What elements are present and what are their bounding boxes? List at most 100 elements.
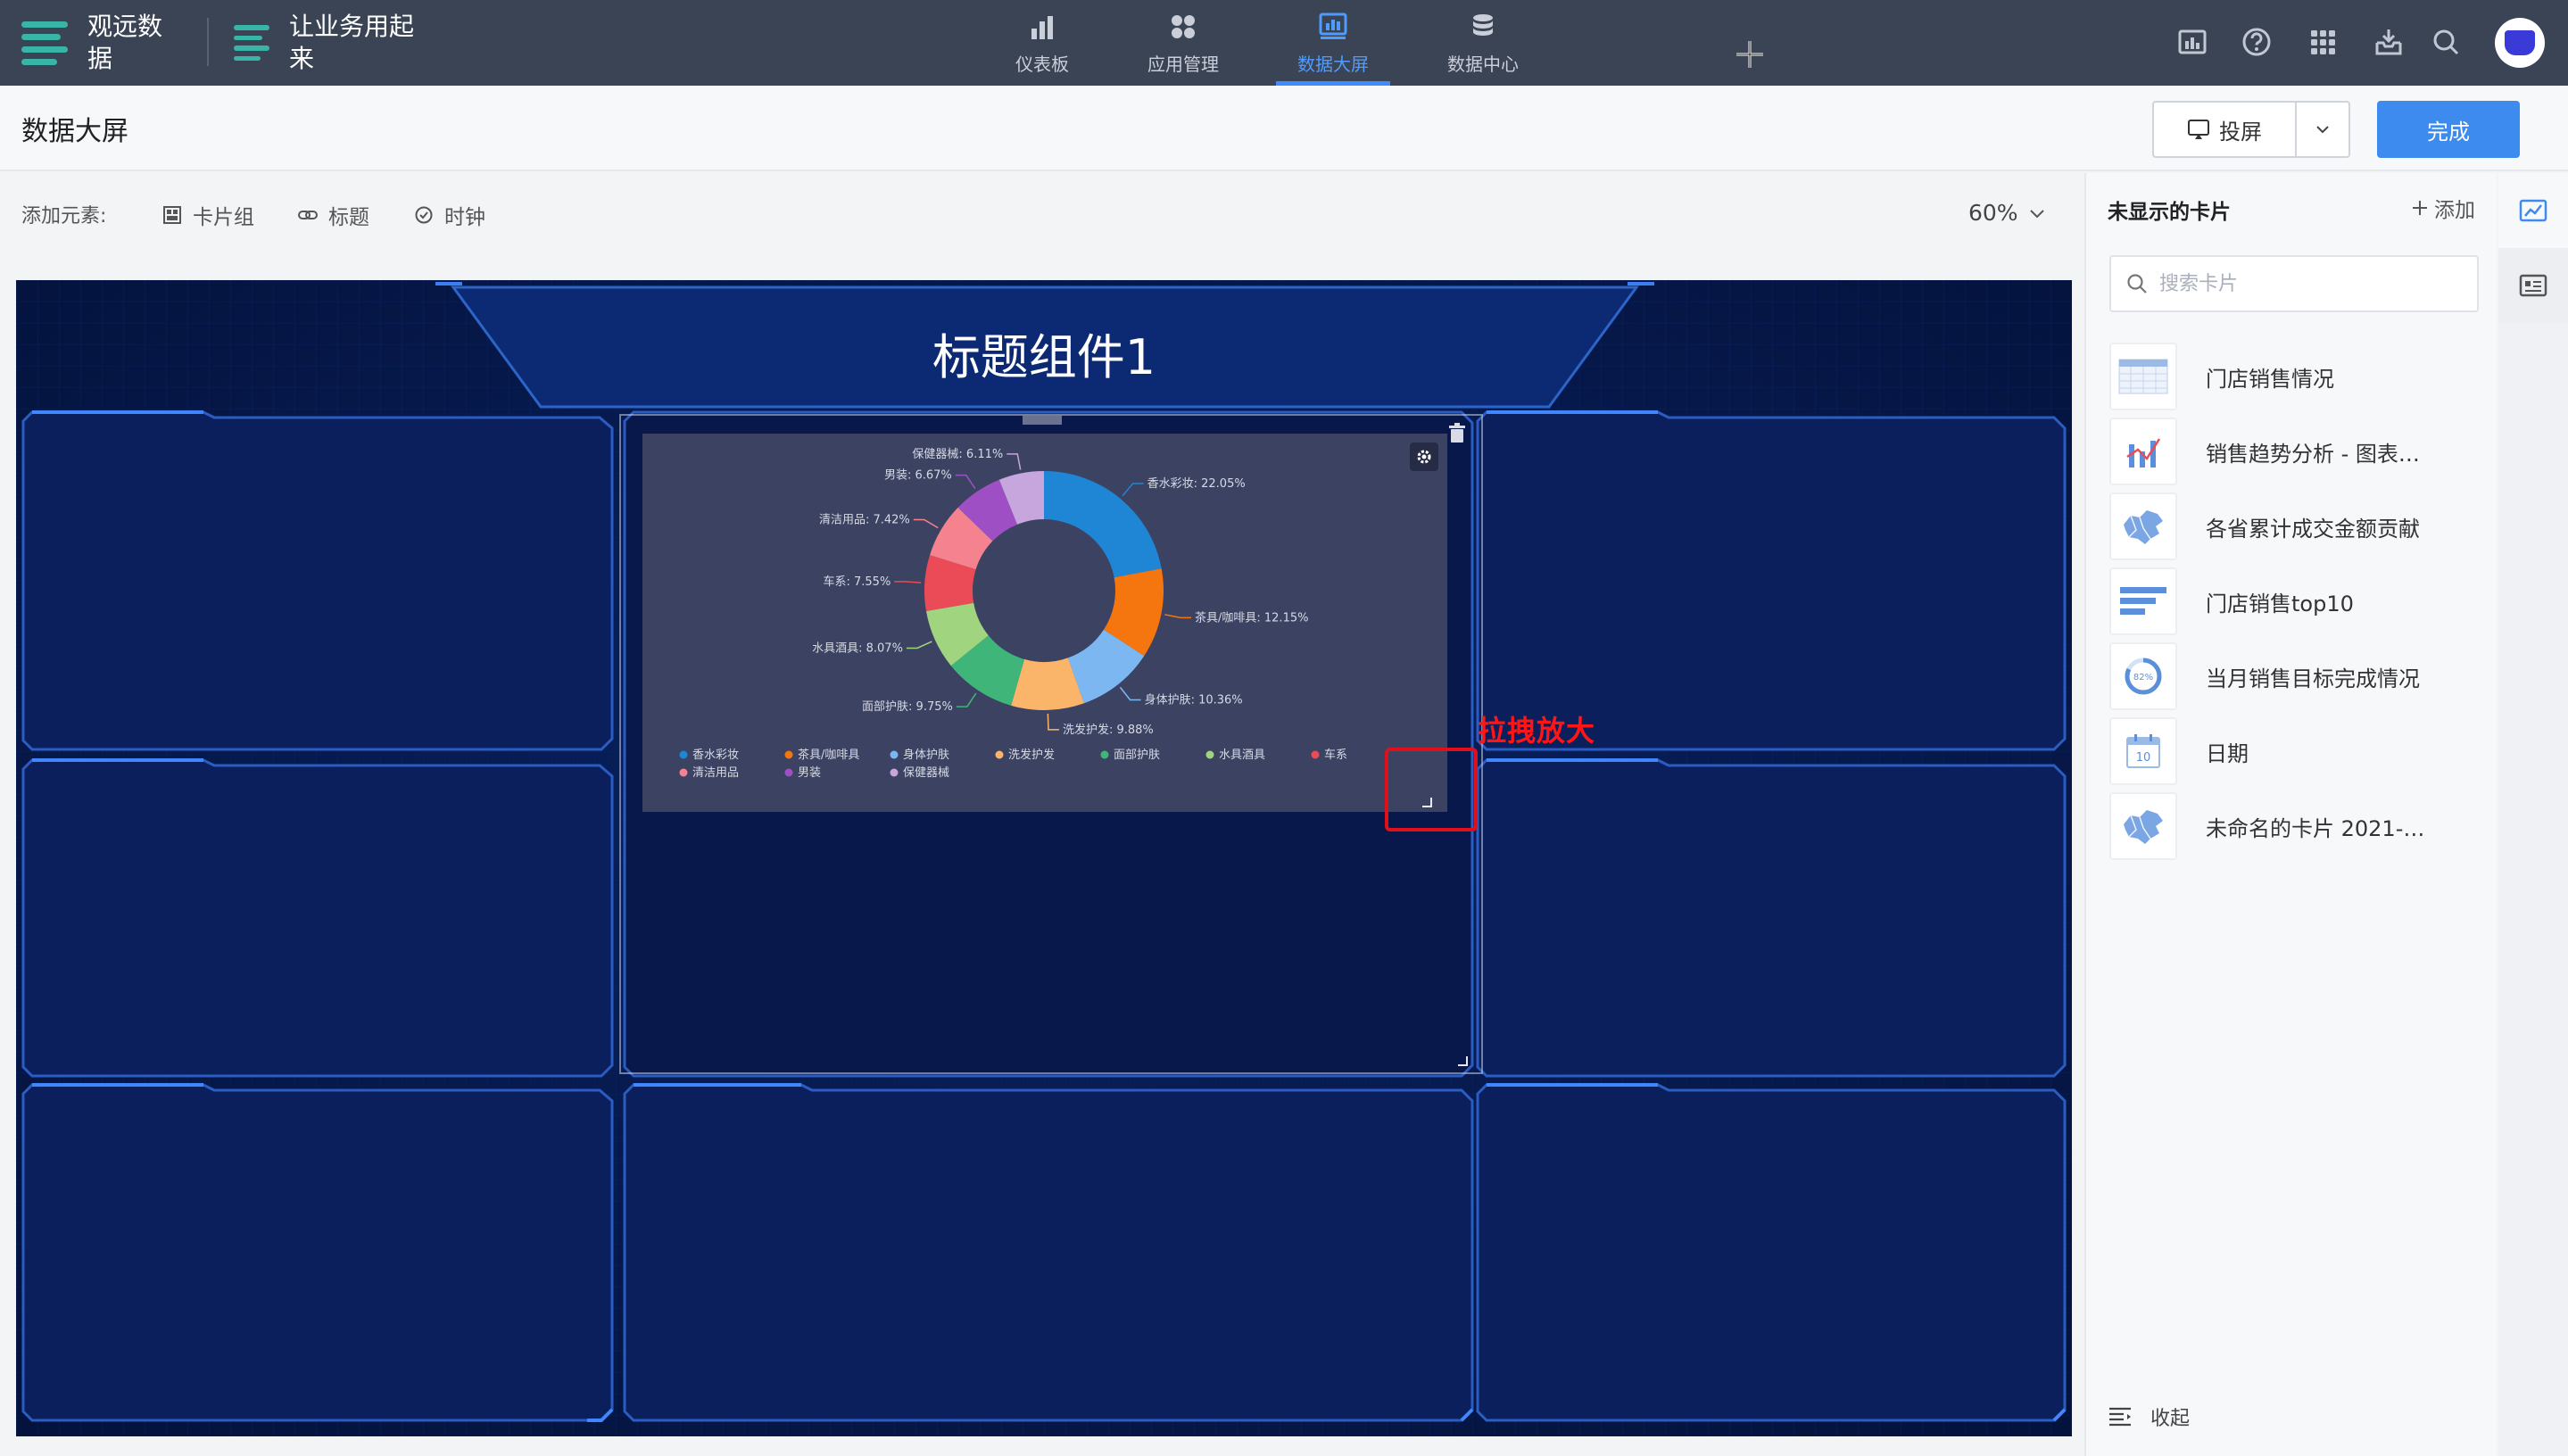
drag-resize-annotation: 拉拽放大 bbox=[1478, 714, 1596, 748]
chart-cards-tab[interactable] bbox=[2498, 173, 2568, 248]
card-settings-tab[interactable] bbox=[2498, 248, 2568, 323]
pie-leader-line bbox=[894, 581, 922, 583]
add-clock-button[interactable]: 时钟 bbox=[414, 200, 485, 230]
gauge-badge: 82% bbox=[2133, 673, 2153, 682]
hidden-card-item[interactable]: 未命名的卡片 2021-… bbox=[2109, 792, 2479, 860]
nav-dashboard[interactable]: 仪表板 bbox=[1005, 0, 1080, 86]
workspace-switcher[interactable]: 让业务用起来 bbox=[234, 0, 432, 86]
big-screen-icon bbox=[1319, 12, 1347, 39]
hidden-card-item[interactable]: 销售趋势分析 - 图表… bbox=[2109, 418, 2479, 485]
hidden-card-item[interactable]: 82% 当月销售目标完成情况 bbox=[2109, 642, 2479, 710]
legend-swatch bbox=[1100, 750, 1109, 759]
page-title: 数据大屏 bbox=[21, 116, 128, 147]
pie-leader-line bbox=[1047, 713, 1059, 731]
table-icon bbox=[2109, 343, 2177, 410]
clock-icon bbox=[415, 206, 433, 224]
hidden-cards-panel: 未显示的卡片 添加 门店销售情况 销售趋势分析 - 图表… 各省累计成交金额贡献… bbox=[2084, 173, 2497, 1456]
cast-button-group: 投屏 bbox=[2152, 101, 2350, 158]
china-map-icon bbox=[2109, 792, 2177, 860]
pie-leader-line bbox=[906, 641, 932, 649]
trash-icon[interactable] bbox=[1447, 423, 1467, 444]
app-grid-icon[interactable] bbox=[2306, 25, 2340, 59]
legend-label[interactable]: 水具酒具 bbox=[1219, 749, 1265, 762]
legend-label[interactable]: 面部护肤 bbox=[1114, 749, 1160, 762]
legend-swatch bbox=[890, 750, 899, 759]
user-avatar[interactable] bbox=[2495, 18, 2545, 68]
database-icon bbox=[1473, 13, 1493, 36]
plus-icon bbox=[2413, 201, 2427, 215]
hidden-card-name: 门店销售top10 bbox=[2206, 591, 2354, 616]
hidden-card-item[interactable]: 10 日期 bbox=[2109, 717, 2479, 785]
calendar-badge: 10 bbox=[2136, 751, 2151, 765]
legend-swatch bbox=[1311, 750, 1320, 759]
add-card-button[interactable]: 添加 bbox=[2411, 193, 2475, 223]
top-navbar: 观远数据 让业务用起来 仪表板 应用管理 数据大屏 数据中心 bbox=[0, 0, 2568, 86]
zoom-select[interactable]: 60% bbox=[1968, 200, 2047, 226]
donut-chart: 香水彩妆: 22.05% 茶具/咖啡具: 12.15% 身体护肤: 10.36% 洗发… bbox=[679, 448, 1347, 780]
done-button[interactable]: 完成 bbox=[2377, 101, 2520, 158]
add-title-label: 标题 bbox=[328, 206, 369, 229]
inbox-download-icon[interactable] bbox=[2372, 25, 2406, 59]
crosshair-cursor-icon bbox=[1736, 41, 1763, 68]
nav-app-management[interactable]: 应用管理 bbox=[1144, 0, 1222, 86]
workspace-icon bbox=[234, 25, 269, 61]
top-resize-handle[interactable] bbox=[1023, 416, 1062, 425]
pie-slice-label: 茶具/咖啡具: 12.15% bbox=[1195, 610, 1308, 625]
hidden-card-item[interactable]: 门店销售情况 bbox=[2109, 343, 2479, 410]
legend-label[interactable]: 清洁用品 bbox=[692, 766, 739, 780]
legend-label[interactable]: 身体护肤 bbox=[903, 748, 949, 762]
chart-window-icon bbox=[2519, 199, 2547, 222]
search-icon[interactable] bbox=[2429, 25, 2463, 59]
drag-resize-highlight bbox=[1385, 748, 1478, 831]
collapse-panel-button[interactable]: 收起 bbox=[2108, 1402, 2190, 1431]
nav-dashboard-label: 仪表板 bbox=[1015, 53, 1069, 75]
product-brand[interactable]: 观远数据 bbox=[21, 0, 177, 86]
bar-chart-icon bbox=[1031, 15, 1053, 39]
workspace-name: 让业务用起来 bbox=[289, 12, 415, 73]
pie-leader-line bbox=[1122, 483, 1144, 497]
legend-label[interactable]: 保健器械 bbox=[903, 766, 949, 780]
cast-dropdown-toggle[interactable] bbox=[2297, 103, 2348, 156]
hidden-card-item[interactable]: 各省累计成交金额贡献 bbox=[2109, 492, 2479, 560]
card-settings-button[interactable] bbox=[1410, 443, 1438, 471]
canvas-overlay: 香水彩妆: 22.05% 茶具/咖啡具: 12.15% 身体护肤: 10.36% 洗发… bbox=[16, 280, 2072, 1436]
pie-leader-line bbox=[956, 692, 977, 707]
cast-button[interactable]: 投屏 bbox=[2154, 103, 2297, 156]
pie-chart-card[interactable]: 香水彩妆: 22.05% 茶具/咖啡具: 12.15% 身体护肤: 10.36% 洗发… bbox=[642, 434, 1447, 812]
nav-big-screen[interactable]: 数据大屏 bbox=[1276, 0, 1390, 86]
legend-swatch bbox=[784, 768, 793, 777]
legend-label[interactable]: 香水彩妆 bbox=[692, 749, 739, 762]
analytics-icon[interactable] bbox=[2175, 25, 2209, 59]
right-tool-strip bbox=[2498, 173, 2568, 1456]
add-title-button[interactable]: 标题 bbox=[298, 200, 369, 230]
legend-swatch bbox=[679, 768, 688, 777]
product-logo-icon bbox=[21, 20, 68, 66]
pie-leader-line bbox=[1164, 614, 1192, 619]
pie-slice-label: 洗发护发: 9.88% bbox=[1063, 723, 1154, 737]
id-card-icon bbox=[2519, 274, 2547, 297]
hidden-card-name: 当月销售目标完成情况 bbox=[2206, 666, 2420, 691]
horizontal-bar-icon bbox=[2109, 567, 2177, 635]
calendar-icon: 10 bbox=[2109, 717, 2177, 785]
legend-label[interactable]: 洗发护发 bbox=[1008, 748, 1055, 762]
hidden-cards-title: 未显示的卡片 bbox=[2108, 201, 2231, 224]
legend-swatch bbox=[679, 750, 688, 759]
legend-label[interactable]: 男装 bbox=[798, 766, 821, 780]
bar-line-chart-icon bbox=[2109, 418, 2177, 485]
hidden-card-item[interactable]: 门店销售top10 bbox=[2109, 567, 2479, 635]
legend-label[interactable]: 车系 bbox=[1324, 748, 1347, 762]
help-icon[interactable] bbox=[2240, 25, 2274, 59]
apps-icon bbox=[1172, 14, 1195, 38]
pie-slice[interactable] bbox=[1044, 471, 1162, 578]
legend-label[interactable]: 茶具/咖啡具 bbox=[798, 748, 859, 762]
nav-big-screen-label: 数据大屏 bbox=[1297, 53, 1369, 75]
pie-slice-label: 身体护肤: 10.36% bbox=[1145, 693, 1243, 707]
card-search-input[interactable] bbox=[2159, 272, 2445, 295]
nav-data-center[interactable]: 数据中心 bbox=[1446, 0, 1520, 86]
pie-slice-label: 清洁用品: 7.42% bbox=[819, 513, 910, 526]
group-resize-corner-icon[interactable] bbox=[1456, 1055, 1469, 1067]
add-card-group-button[interactable]: 卡片组 bbox=[162, 200, 254, 230]
pie-slice-label: 男装: 6.67% bbox=[884, 469, 952, 483]
hidden-card-name: 销售趋势分析 - 图表… bbox=[2206, 441, 2420, 467]
chevron-down-icon bbox=[2316, 126, 2329, 134]
